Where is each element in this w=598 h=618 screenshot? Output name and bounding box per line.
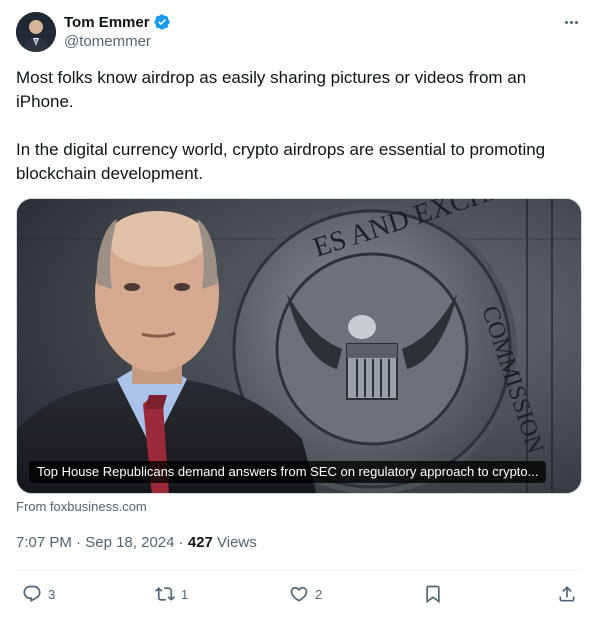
verified-badge-icon[interactable] (153, 13, 171, 31)
action-bar: 3 1 2 (16, 582, 582, 606)
reply-icon (23, 585, 41, 603)
tweet-text: Most folks know airdrop as easily sharin… (16, 66, 582, 186)
card-source-link[interactable]: From foxbusiness.com (16, 499, 147, 515)
repost-button[interactable]: 1 (155, 582, 188, 606)
author-display-name[interactable]: Tom Emmer (64, 14, 150, 31)
avatar[interactable] (16, 12, 56, 52)
tweet-date[interactable]: Sep 18, 2024 (85, 534, 174, 551)
bookmark-button[interactable] (423, 582, 443, 606)
share-icon (559, 586, 575, 602)
more-options-icon[interactable] (562, 12, 580, 32)
tweet-header: Tom Emmer @tomemmer (16, 12, 582, 52)
reply-count: 3 (48, 586, 56, 602)
card-image: ES AND EXCHANGE COMMISSION (17, 199, 581, 493)
tweet-paragraph: In the digital currency world, crypto ai… (16, 140, 546, 183)
tweet-time[interactable]: 7:07 PM (16, 534, 72, 551)
views-label: Views (217, 534, 257, 551)
author-handle[interactable]: @tomemmer (64, 32, 171, 52)
avatar-image (16, 12, 56, 52)
like-count: 2 (315, 586, 323, 602)
share-button[interactable] (557, 582, 577, 606)
tweet-meta: 7:07 PM · Sep 18, 2024 · 427 Views (16, 533, 257, 553)
reply-button[interactable]: 3 (22, 582, 55, 606)
tweet-paragraph: Most folks know airdrop as easily sharin… (16, 68, 527, 111)
meta-separator: · (76, 534, 86, 551)
divider (16, 570, 582, 571)
like-button[interactable]: 2 (289, 582, 322, 606)
link-preview-card[interactable]: ES AND EXCHANGE COMMISSION Top (16, 198, 582, 494)
repost-icon (155, 587, 175, 601)
repost-count: 1 (181, 586, 189, 602)
card-title[interactable]: Top House Republicans demand answers fro… (29, 461, 547, 483)
views-count: 427 (187, 534, 213, 551)
meta-separator: · (178, 534, 188, 551)
bookmark-icon (426, 585, 440, 604)
heart-icon (290, 586, 308, 602)
